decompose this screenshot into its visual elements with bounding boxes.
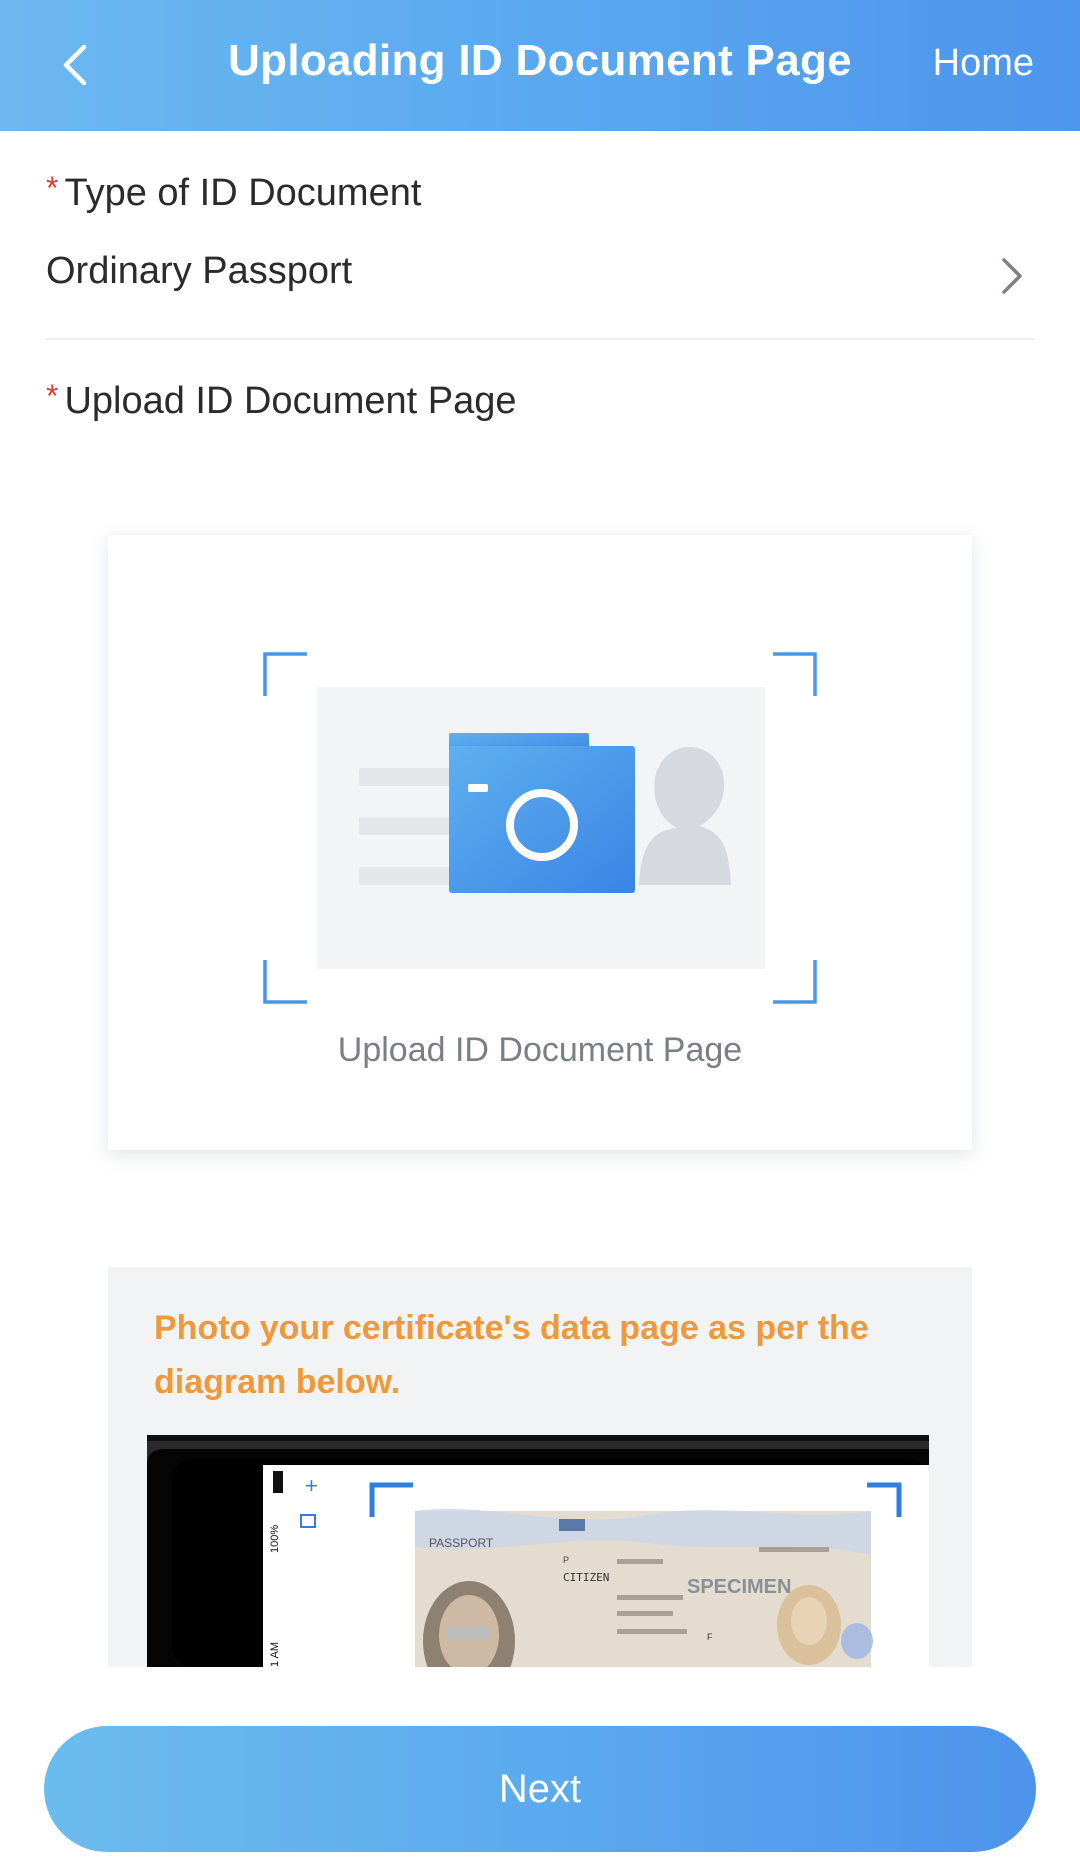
photo-tip-box: Photo your certificate's data page as pe…	[108, 1267, 972, 1667]
id-type-label-text: Type of ID Document	[64, 172, 422, 214]
passport-title-text: PASSPORT	[429, 1536, 494, 1550]
passport-photo-example-image: 100% 1 AM + PASSPORT P CITIZEN SPECIMEN …	[147, 1435, 929, 1667]
id-type-label: * Type of ID Document	[46, 170, 422, 215]
status-battery-text: 100%	[269, 1525, 281, 1553]
id-type-select[interactable]: Ordinary Passport	[46, 250, 1034, 310]
divider	[46, 338, 1034, 340]
upload-photo-card[interactable]: Upload ID Document Page	[108, 535, 972, 1150]
required-mark: *	[46, 170, 59, 206]
passport-type-text: P	[563, 1555, 569, 1565]
upload-caption: Upload ID Document Page	[337, 1031, 743, 1069]
page-title: Uploading ID Document Page	[228, 36, 852, 85]
passport-specimen-text: SPECIMEN	[687, 1576, 791, 1598]
svg-text:+: +	[305, 1473, 318, 1498]
camera-upload-icon	[263, 652, 817, 1004]
home-link[interactable]: Home	[933, 42, 1034, 85]
chevron-right-icon	[1002, 258, 1022, 294]
top-nav-bar: Uploading ID Document Page Home	[0, 0, 1080, 131]
next-button[interactable]: Next	[44, 1726, 1036, 1852]
tip-text: Photo your certificate's data page as pe…	[154, 1309, 869, 1401]
upload-label-text: Upload ID Document Page	[64, 380, 517, 422]
passport-nationality-text: CITIZEN	[563, 1571, 609, 1584]
upload-label: * Upload ID Document Page	[46, 378, 517, 423]
id-type-value: Ordinary Passport	[46, 250, 353, 292]
required-mark: *	[46, 378, 59, 414]
status-time-text: 1 AM	[269, 1642, 281, 1667]
passport-sex-text: F	[707, 1632, 713, 1642]
